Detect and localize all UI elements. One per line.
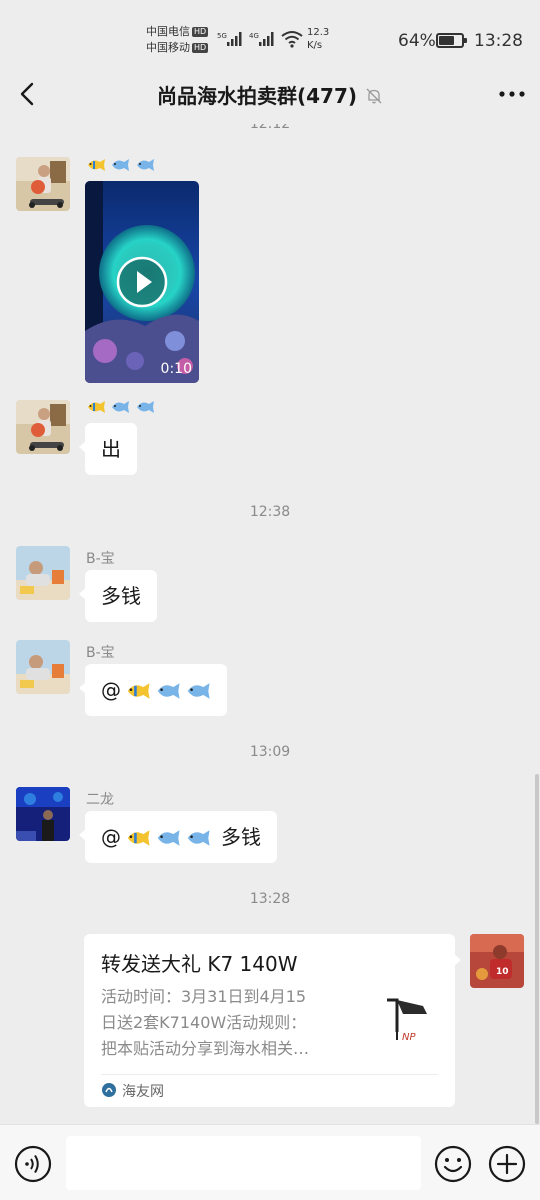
message-bubble[interactable]: @ [79, 664, 227, 716]
avatar[interactable] [16, 400, 70, 454]
sender-name: 二龙 [86, 792, 114, 808]
chat-title-wrap: 尚品海水拍卖群(477) [0, 80, 540, 109]
fish-icon [187, 830, 210, 846]
fish-icon [136, 159, 154, 171]
message-text: 多钱 [101, 584, 141, 608]
more-dots-icon[interactable] [496, 78, 528, 110]
fish-icon [136, 401, 154, 413]
fish-icon [157, 830, 180, 846]
timestamp: 12:38 [249, 504, 291, 520]
fish-icon [157, 683, 180, 699]
message-text: @ [101, 825, 121, 849]
message-text: 出 [101, 437, 121, 461]
battery-percent: 64% [398, 31, 436, 51]
svg-text:4G: 4G [249, 32, 259, 40]
avatar[interactable] [16, 640, 70, 694]
link-description: 活动时间：3月31日到4月15 日送2套K7140W活动规则： 把本贴活动分享到海水… [101, 987, 310, 1058]
voice-icon[interactable] [14, 1145, 52, 1183]
message-text: @ [101, 678, 121, 702]
avatar[interactable] [16, 787, 70, 841]
wifi-icon [281, 31, 303, 48]
network-speed: 12.3 K/s [307, 27, 330, 51]
sender-emoji-name [86, 158, 155, 174]
timestamp: 13:09 [249, 744, 291, 760]
timestamp: 13:28 [249, 891, 291, 907]
battery-icon [436, 33, 467, 48]
sender-emoji-name [86, 400, 155, 416]
divider [101, 1074, 438, 1075]
link-title: 转发送大礼 K7 140W [101, 952, 298, 976]
carrier-info: 中国电信 HD 中国移动 HD [146, 24, 209, 56]
tropical-fish-icon [127, 683, 150, 699]
hd-badge: HD [192, 43, 209, 53]
avatar[interactable] [16, 546, 70, 600]
fish-icon [112, 401, 130, 413]
link-card[interactable]: 转发送大礼 K7 140W 活动时间：3月31日到4月15 日送2套K7140W活… [84, 934, 461, 1107]
source-logo-icon [102, 1083, 116, 1097]
message-bubble[interactable]: 出 [79, 423, 137, 475]
signal-5g-icon: 5G [217, 32, 242, 46]
fish-icon [112, 159, 130, 171]
message-list[interactable]: 12:12 0:10 出 12:38 B-宝 多钱 B-宝 @ 13:09 二龙… [0, 124, 540, 1124]
message-bubble[interactable]: @ 多钱 [79, 811, 277, 863]
link-source: 海友网 [122, 1084, 164, 1100]
message-bubble[interactable]: 多钱 [79, 570, 157, 622]
svg-text:10: 10 [496, 967, 509, 977]
message-input[interactable] [66, 1136, 421, 1190]
avatar[interactable] [16, 157, 70, 211]
chat-header: 尚品海水拍卖群(477) [0, 66, 540, 124]
svg-text:NP: NP [402, 1032, 416, 1043]
carrier-1: 中国电信 [146, 25, 190, 38]
status-bar: 中国电信 HD 中国移动 HD 5G 4G 12.3 K/s 64% 13:28 [0, 0, 540, 66]
message-text-suffix: 多钱 [221, 825, 261, 849]
sender-name: B-宝 [86, 551, 115, 567]
avatar[interactable]: 10 [470, 934, 524, 988]
video-message[interactable]: 0:10 [85, 181, 199, 383]
tropical-fish-icon [88, 159, 105, 171]
tropical-fish-icon [127, 830, 150, 846]
bell-off-icon [366, 88, 382, 104]
tropical-fish-icon [88, 401, 105, 413]
link-thumbnail: NP [377, 992, 433, 1048]
chat-title: 尚品海水拍卖群(477) [156, 84, 358, 108]
status-time: 13:28 [474, 31, 523, 51]
plus-circle-icon[interactable] [488, 1145, 526, 1183]
signal-4g-icon: 4G [249, 32, 274, 46]
emoji-smile-icon[interactable] [434, 1145, 472, 1183]
hd-badge: HD [192, 27, 209, 37]
input-bar [0, 1124, 540, 1200]
video-duration: 0:10 [160, 361, 192, 377]
svg-text:5G: 5G [217, 32, 227, 40]
timestamp: 12:12 [249, 124, 291, 132]
carrier-2: 中国移动 [146, 41, 190, 54]
play-icon[interactable] [116, 256, 168, 308]
fish-icon [187, 683, 210, 699]
sender-name: B-宝 [86, 645, 115, 661]
scrollbar[interactable] [535, 774, 539, 1124]
